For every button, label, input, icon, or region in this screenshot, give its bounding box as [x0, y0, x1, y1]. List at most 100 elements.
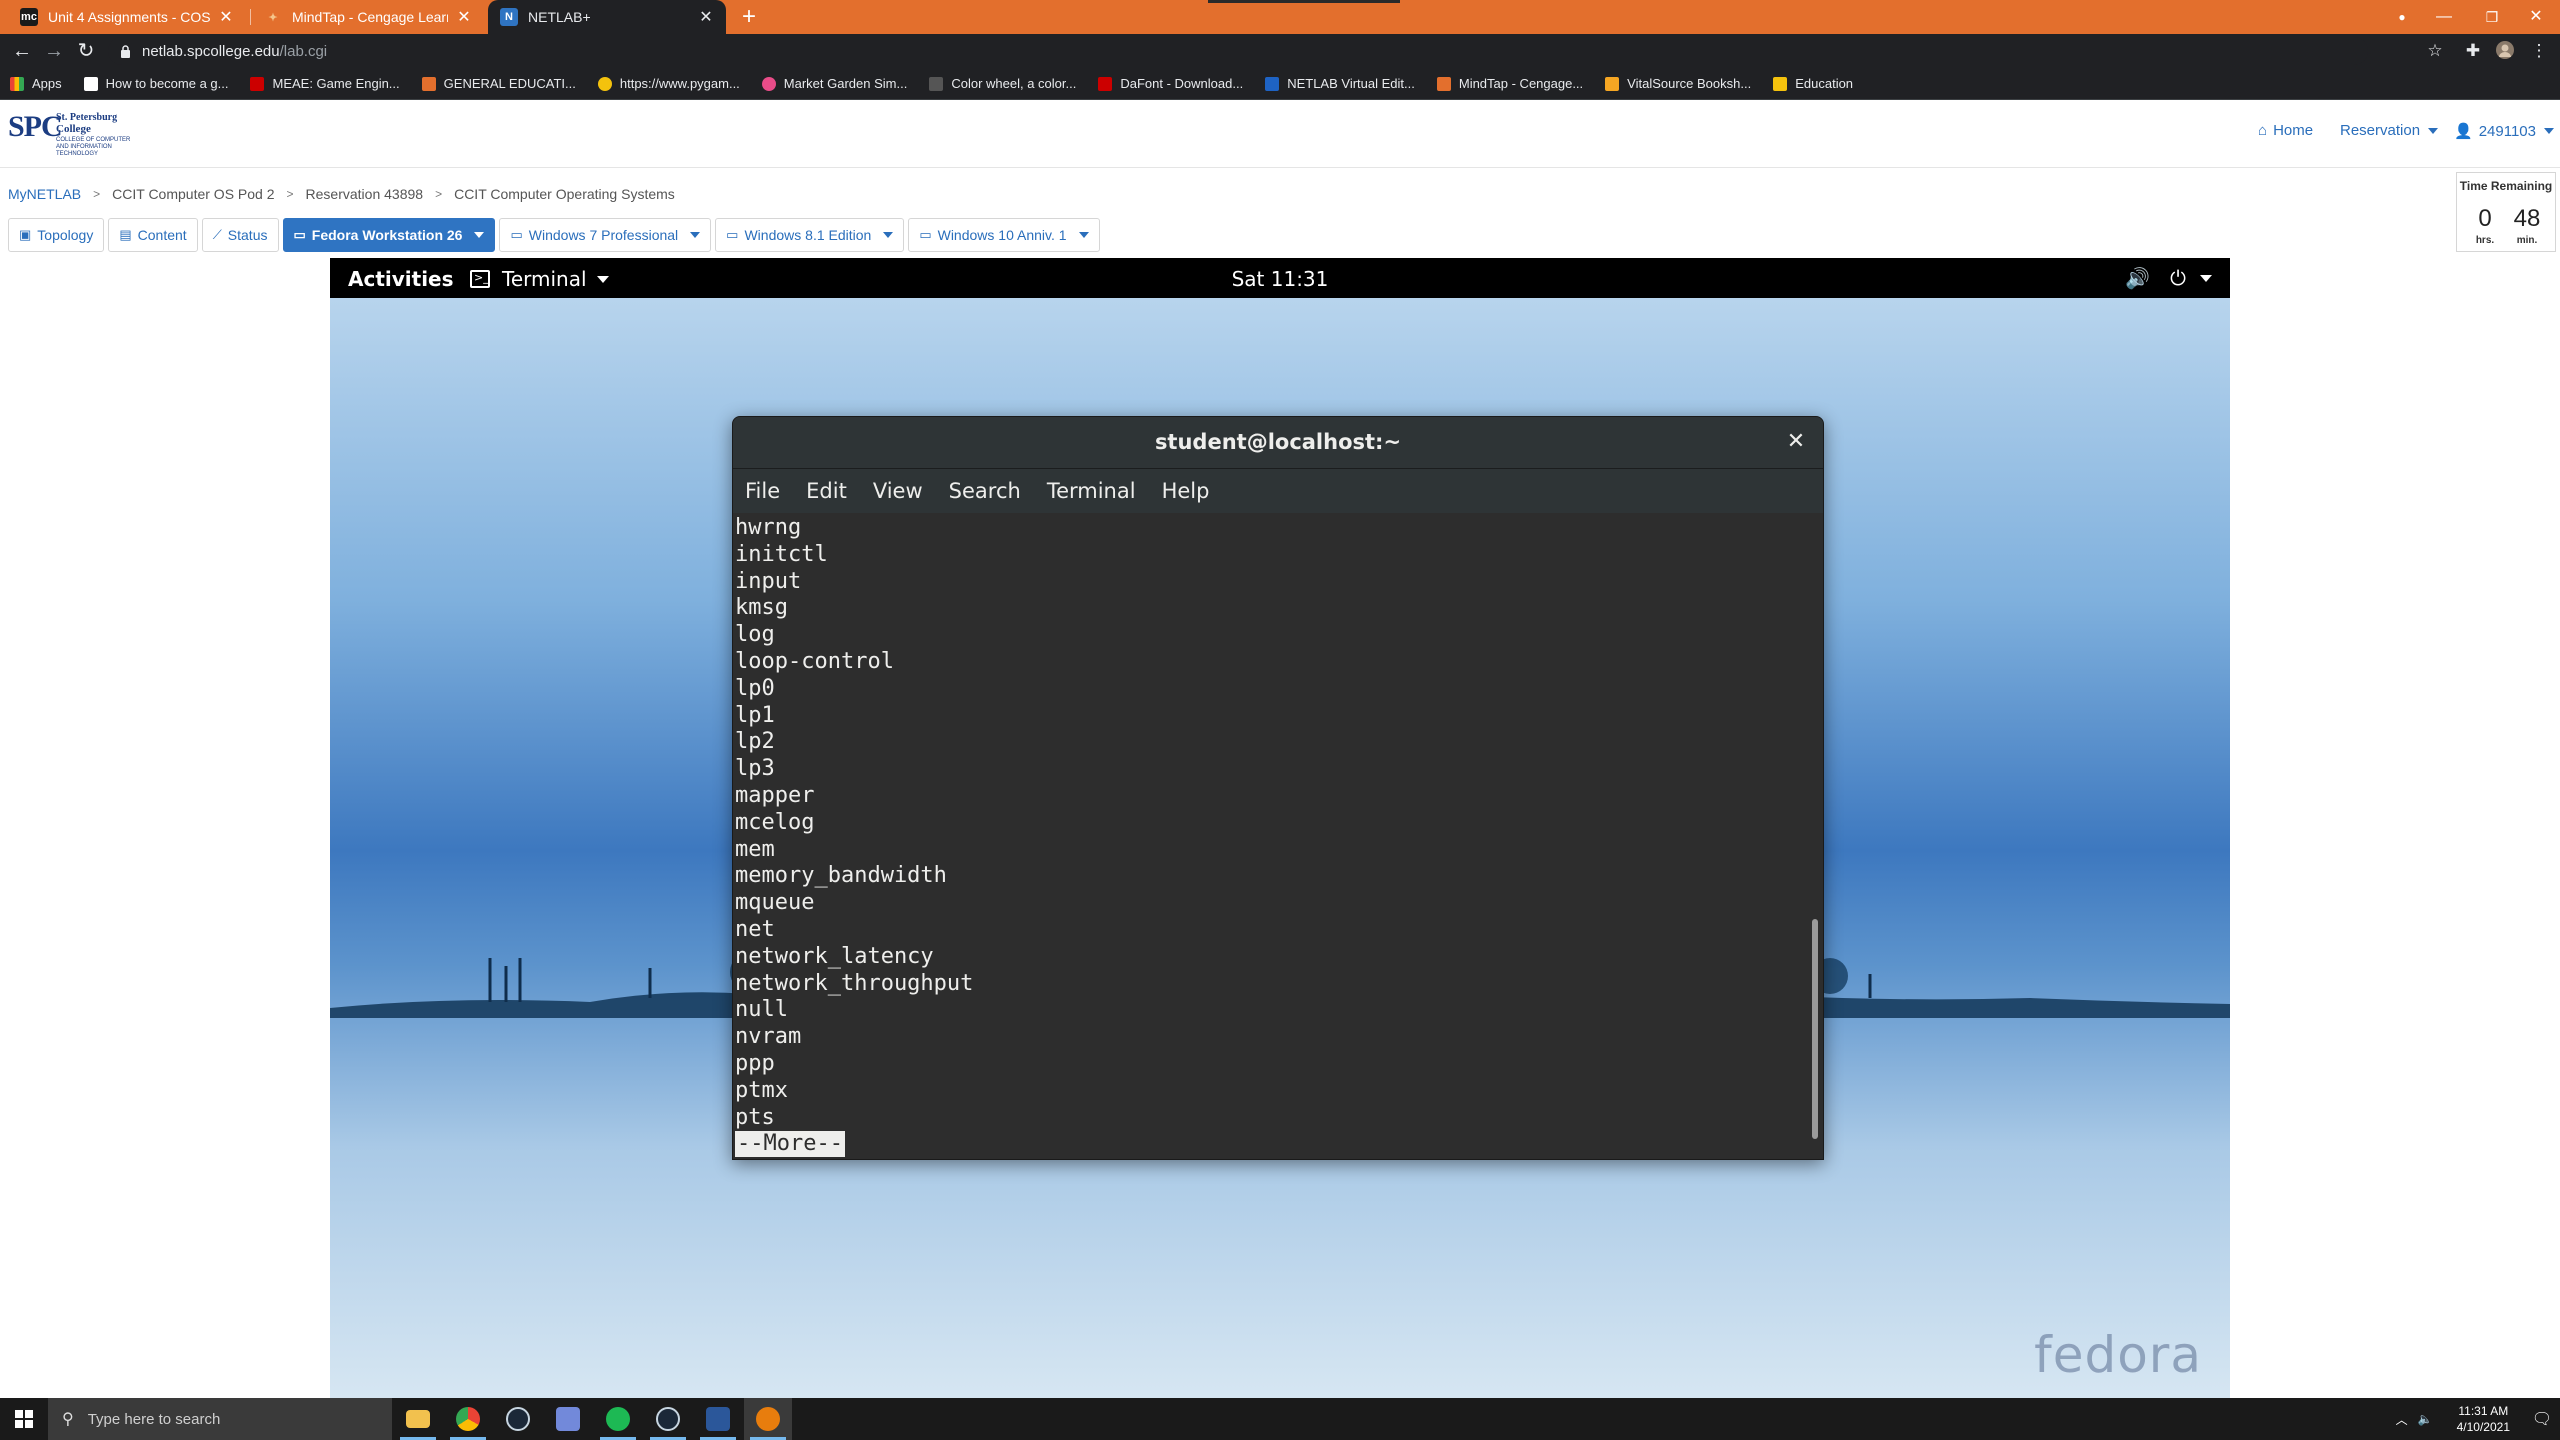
chrome-icon [456, 1407, 480, 1431]
taskbar-discord[interactable] [544, 1398, 592, 1440]
taskbar-clock[interactable]: 11:31 AM 4/10/2021 [2457, 1403, 2510, 1435]
url-path: /lab.cgi [279, 42, 328, 60]
tab-windows-10[interactable]: ▭ Windows 10 Anniv. 1 [908, 218, 1100, 252]
tab-fedora-workstation[interactable]: ▭ Fedora Workstation 26 [282, 218, 496, 252]
breadcrumb-reservation[interactable]: Reservation 43898 [306, 186, 424, 202]
menu-help[interactable]: Help [1162, 479, 1210, 503]
taskbar-chrome[interactable] [444, 1398, 492, 1440]
blender-icon [756, 1407, 780, 1431]
tab-separator [250, 9, 251, 25]
terminal-line: loop-control [735, 648, 894, 674]
terminal-window[interactable]: student@localhost:~ ✕ File Edit View Sea… [732, 416, 1824, 1160]
app-menu[interactable]: >_ Terminal [470, 267, 609, 291]
bookmark-label: NETLAB Virtual Edit... [1287, 76, 1415, 91]
browser-toolbar: ← → ↻ netlab.spcollege.edu/lab.cgi ☆ ✚ ⋮ [0, 34, 2560, 68]
menu-file[interactable]: File [745, 479, 780, 503]
reservation-dropdown[interactable]: Reservation [2340, 122, 2439, 139]
minimize-button[interactable]: — [2420, 0, 2468, 34]
discord-icon [556, 1407, 580, 1431]
taskbar-word[interactable] [694, 1398, 742, 1440]
extensions-icon[interactable]: ✚ [2462, 40, 2484, 62]
bookmark-item[interactable]: MEAE: Game Engin... [250, 76, 400, 91]
chevron-down-icon [2200, 274, 2212, 282]
chevron-down-icon [2543, 128, 2554, 134]
spc-logo[interactable]: SPC St. Petersburg College COLLEGE OF CO… [8, 110, 132, 157]
terminal-line: lp2 [735, 729, 775, 755]
menu-edit[interactable]: Edit [806, 479, 847, 503]
bookmark-item[interactable]: GENERAL EDUCATI... [421, 76, 576, 91]
bookmark-label: Apps [32, 76, 62, 91]
browser-tab-unit4[interactable]: mc Unit 4 Assignments - COS1560 C... ✕ [8, 0, 246, 34]
close-tab-icon[interactable]: ✕ [218, 7, 234, 27]
browser-tab-netlab[interactable]: N NETLAB+ ✕ [488, 0, 726, 34]
close-tab-icon[interactable]: ✕ [456, 7, 472, 27]
taskbar-file-explorer[interactable] [394, 1398, 442, 1440]
tab-windows-8-1[interactable]: ▭ Windows 8.1 Edition [715, 218, 905, 252]
terminal-titlebar[interactable]: student@localhost:~ ✕ [733, 417, 1823, 469]
bookmark-label: Market Garden Sim... [783, 76, 908, 91]
tab-title: Unit 4 Assignments - COS1560 C... [48, 9, 210, 25]
bookmark-item[interactable]: How to become a g... [83, 76, 228, 91]
scrollbar-thumb[interactable] [1812, 919, 1818, 1139]
terminal-output[interactable]: hwrng initctl input kmsg log loop-contro… [733, 513, 1811, 1159]
bookmark-item[interactable]: VitalSource Booksh... [1605, 76, 1751, 91]
breadcrumb: MyNETLAB > CCIT Computer OS Pod 2 > Rese… [8, 186, 675, 202]
user-icon: 👤 [2454, 123, 2473, 140]
bookmark-folder[interactable]: Education [1773, 76, 1853, 91]
bookmark-item[interactable]: DaFont - Download... [1098, 76, 1243, 91]
activities-button[interactable]: Activities [348, 267, 454, 291]
breadcrumb-pod[interactable]: CCIT Computer OS Pod 2 [112, 186, 274, 202]
menu-terminal[interactable]: Terminal [1047, 479, 1136, 503]
notification-icon[interactable]: 🗨 [2524, 1409, 2560, 1429]
bookmark-item[interactable]: Market Garden Sim... [761, 76, 908, 91]
system-menu[interactable]: 🔊 ⏻ [2105, 266, 2212, 290]
avatar[interactable] [2494, 40, 2516, 62]
terminal-line: ppp [735, 1050, 775, 1076]
star-icon[interactable]: ☆ [2424, 40, 2446, 62]
taskbar-blender[interactable] [744, 1398, 792, 1440]
bookmark-item[interactable]: MindTap - Cengage... [1436, 76, 1583, 91]
bookmark-apps[interactable]: Apps [10, 76, 62, 91]
menu-view[interactable]: View [873, 479, 923, 503]
time-remaining-label: Time Remaining [2459, 179, 2553, 193]
tab-strip-indicator [1208, 0, 1400, 3]
bookmark-item[interactable]: Color wheel, a color... [929, 76, 1076, 91]
terminal-scrollbar[interactable] [1809, 517, 1821, 1157]
restore-button[interactable]: ❐ [2468, 0, 2516, 34]
tab-status[interactable]: ⟋ Status [201, 218, 279, 252]
taskbar-steam[interactable] [494, 1398, 542, 1440]
start-button[interactable] [0, 1398, 48, 1440]
gnome-clock[interactable]: Sat 11:31 [1232, 267, 1329, 291]
remote-desktop-viewer[interactable]: fedora Activities >_ Terminal Sat 11:31 … [330, 258, 2230, 1398]
tab-topology[interactable]: ▣ Topology [8, 218, 105, 252]
search-icon: ⚲ [62, 1411, 74, 1428]
home-link[interactable]: ⌂ Home [2258, 122, 2313, 139]
word-icon [706, 1407, 730, 1431]
forward-button[interactable]: → [42, 39, 66, 63]
menu-search[interactable]: Search [949, 479, 1021, 503]
taskbar-spotify[interactable] [594, 1398, 642, 1440]
tab-content[interactable]: ▤ Content [108, 218, 198, 252]
reload-button[interactable]: ↻ [74, 39, 98, 63]
bookmark-label: MEAE: Game Engin... [272, 76, 400, 91]
volume-icon[interactable]: 🔈 [2418, 1412, 2433, 1426]
bookmark-item[interactable]: https://www.pygam... [597, 76, 740, 91]
chevron-up-icon[interactable]: ︿ [2396, 1411, 2408, 1428]
user-dropdown[interactable]: 👤 2491103 [2454, 122, 2554, 140]
bookmark-item[interactable]: NETLAB Virtual Edit... [1265, 76, 1415, 91]
address-bar[interactable]: netlab.spcollege.edu/lab.cgi [108, 37, 2368, 65]
tab-label: Topology [37, 227, 94, 243]
taskbar-steam-2[interactable] [644, 1398, 692, 1440]
chart-icon: ⟋ [212, 227, 222, 242]
tab-windows-7[interactable]: ▭ Windows 7 Professional [499, 218, 712, 252]
new-tab-button[interactable]: + [736, 4, 762, 30]
close-window-button[interactable]: ✕ [2512, 0, 2560, 34]
close-icon[interactable]: ✕ [1783, 429, 1809, 455]
breadcrumb-mynetlab[interactable]: MyNETLAB [8, 186, 81, 202]
close-tab-icon[interactable]: ✕ [698, 7, 714, 27]
back-button[interactable]: ← [10, 39, 34, 63]
menu-kebab-icon[interactable]: ⋮ [2528, 40, 2550, 62]
browser-tab-mindtap[interactable]: ✦ MindTap - Cengage Learning ✕ [252, 0, 484, 34]
profile-indicator-icon[interactable]: ● [2378, 0, 2426, 34]
taskbar-search[interactable]: ⚲ Type here to search [48, 1398, 392, 1440]
